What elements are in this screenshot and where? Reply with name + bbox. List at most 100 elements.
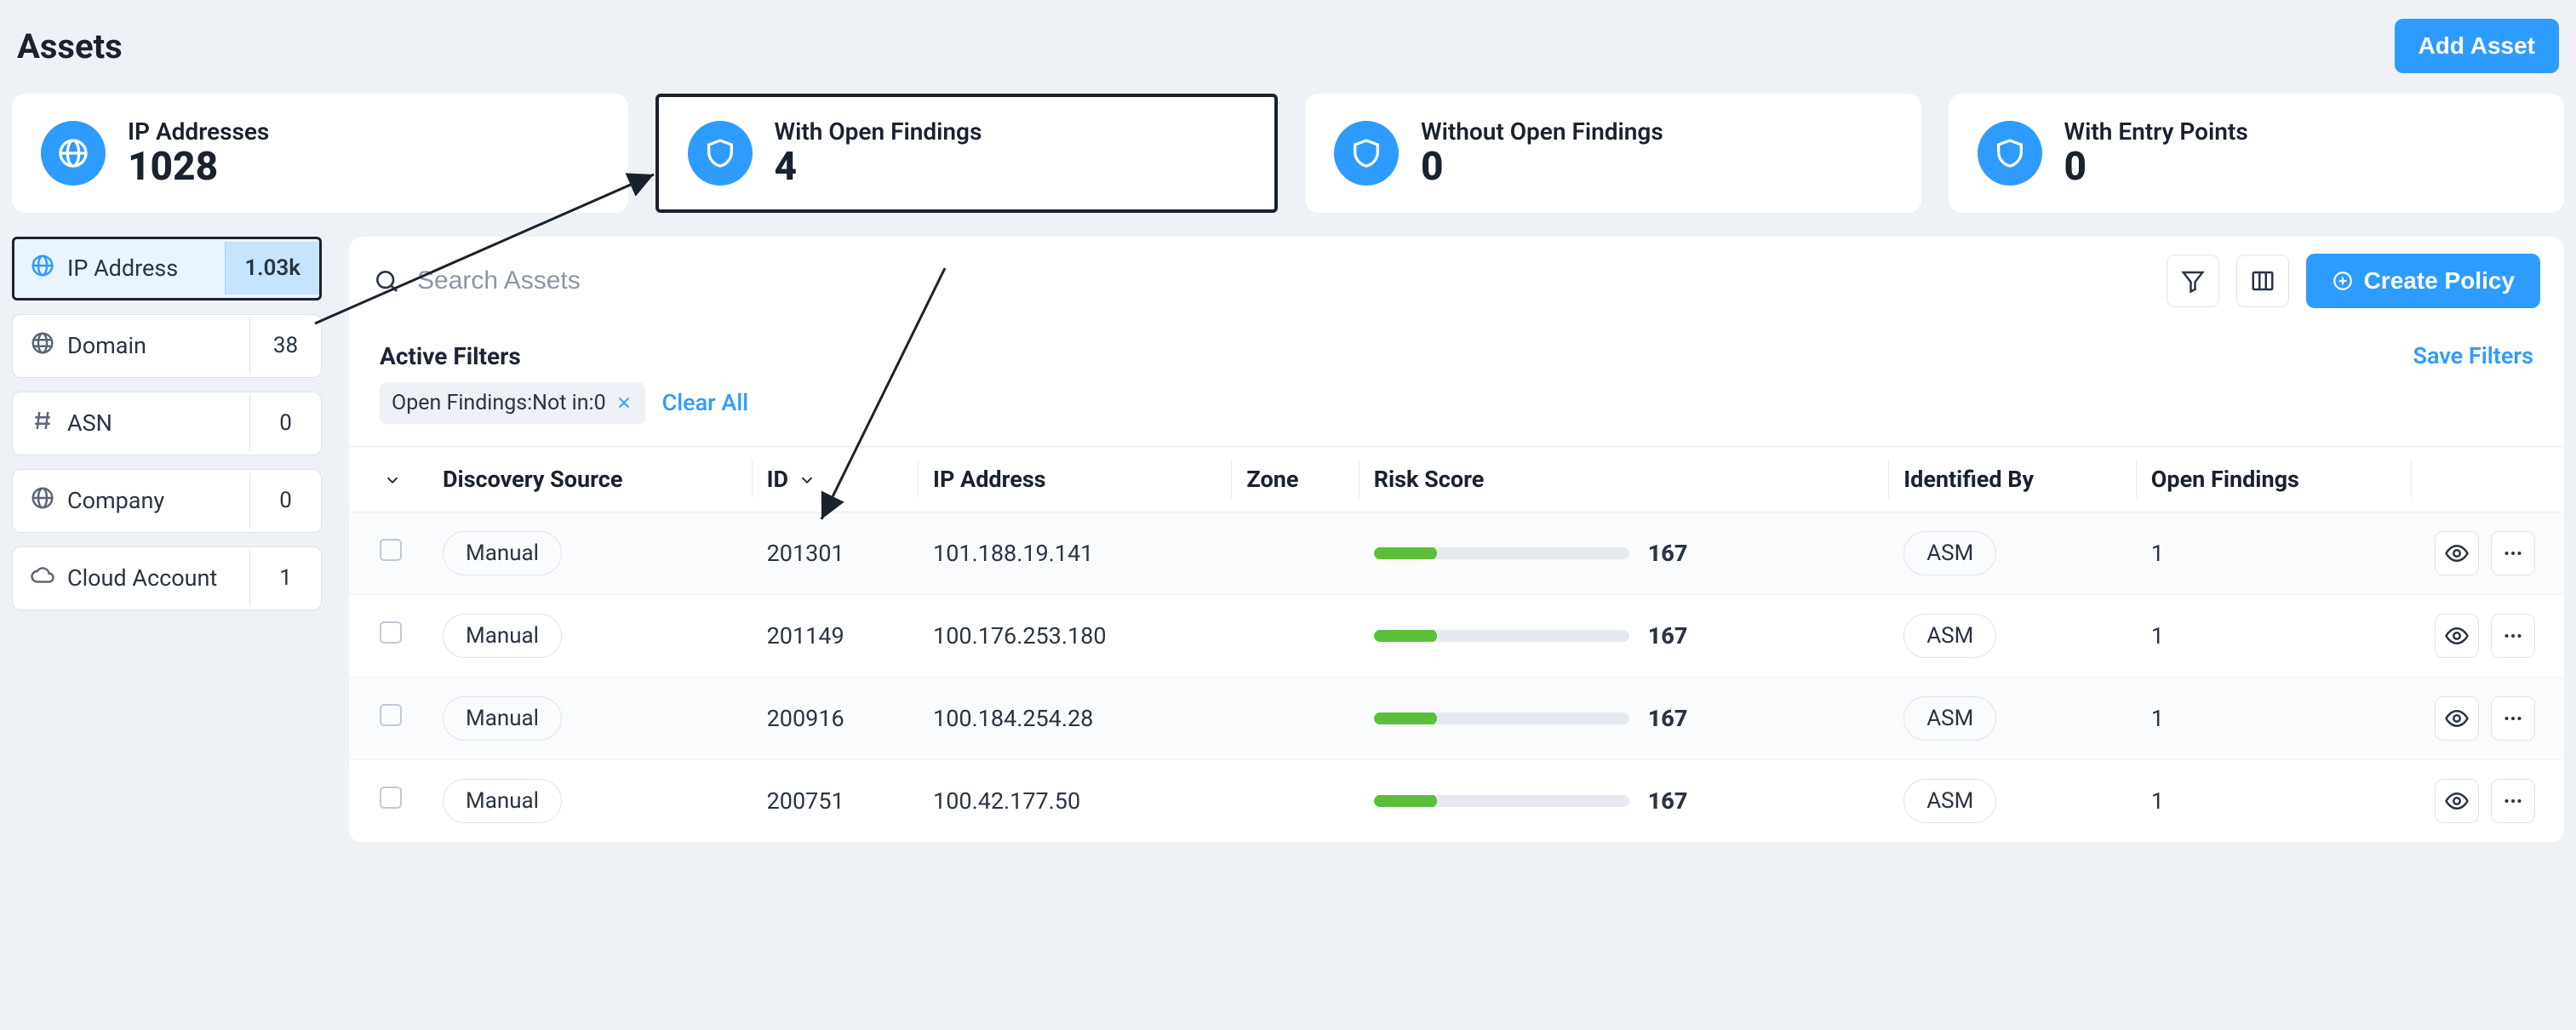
risk-bar [1374, 795, 1629, 807]
stat-label: With Entry Points [2064, 117, 2248, 146]
cell-zone [1231, 594, 1358, 677]
filter-button[interactable] [2167, 255, 2219, 307]
globe-icon [30, 253, 55, 284]
col-findings[interactable]: Open Findings [2136, 446, 2411, 512]
discovery-pill: Manual [443, 614, 562, 658]
plus-circle-icon [2332, 270, 2354, 292]
clear-all-link[interactable]: Clear All [662, 389, 748, 416]
hash-icon [30, 408, 55, 439]
cell-findings: 1 [2136, 512, 2411, 594]
expand-all-header[interactable] [349, 446, 427, 512]
cell-ip: 100.184.254.28 [918, 677, 1231, 759]
filter-chip[interactable]: Open Findings:Not in:0 [380, 382, 645, 424]
row-checkbox[interactable] [380, 787, 402, 809]
create-policy-label: Create Policy [2364, 267, 2515, 295]
create-policy-button[interactable]: Create Policy [2306, 254, 2540, 308]
col-zone[interactable]: Zone [1231, 446, 1358, 512]
stat-label: With Open Findings [775, 117, 982, 146]
search-input[interactable] [417, 266, 2150, 295]
risk-bar [1374, 547, 1629, 559]
sidebar-item-cloud-account[interactable]: Cloud Account 1 [12, 546, 322, 610]
table-row[interactable]: Manual 201301 101.188.19.141 167 ASM 1 [349, 512, 2564, 594]
identified-pill: ASM [1903, 614, 1996, 658]
more-button[interactable] [2491, 614, 2535, 658]
cell-ip: 101.188.19.141 [918, 512, 1231, 594]
columns-icon [2250, 268, 2275, 294]
col-ip[interactable]: IP Address [918, 446, 1231, 512]
discovery-pill: Manual [443, 779, 562, 823]
globe-icon [41, 121, 106, 186]
shield-icon [1978, 121, 2042, 186]
identified-pill: ASM [1903, 696, 1996, 741]
sidebar-item-count: 1 [249, 550, 321, 606]
stat-value: 0 [1421, 146, 1663, 189]
stat-label: Without Open Findings [1421, 117, 1663, 146]
col-id-label: ID [767, 466, 788, 493]
sidebar-item-count: 0 [249, 472, 321, 529]
more-button[interactable] [2491, 531, 2535, 575]
stat-card-0[interactable]: IP Addresses 1028 [12, 94, 628, 213]
col-identified[interactable]: Identified By [1888, 446, 2136, 512]
chevron-down-icon [383, 471, 402, 489]
sidebar-item-company[interactable]: Company 0 [12, 469, 322, 533]
cell-ip: 100.176.253.180 [918, 594, 1231, 677]
cloud-icon [30, 563, 55, 594]
shield-icon [1334, 121, 1399, 186]
sidebar-item-asn[interactable]: ASN 0 [12, 392, 322, 455]
more-button[interactable] [2491, 696, 2535, 741]
identified-pill: ASM [1903, 531, 1996, 575]
close-icon[interactable] [615, 393, 633, 412]
discovery-pill: Manual [443, 531, 562, 575]
filter-chip-label: Open Findings:Not in:0 [392, 391, 606, 415]
sidebar-item-label: ASN [67, 409, 112, 437]
risk-bar [1374, 630, 1629, 642]
cell-zone [1231, 759, 1358, 842]
risk-score: 167 [1648, 622, 1688, 649]
cell-zone [1231, 677, 1358, 759]
risk-score: 167 [1648, 787, 1688, 815]
search-icon [373, 267, 400, 295]
stat-card-1[interactable]: With Open Findings 4 [655, 94, 1279, 213]
sidebar-item-label: Cloud Account [67, 564, 217, 592]
sidebar-item-count: 1.03k [225, 242, 319, 295]
table-row[interactable]: Manual 200916 100.184.254.28 167 ASM 1 [349, 677, 2564, 759]
more-button[interactable] [2491, 779, 2535, 823]
col-discovery[interactable]: Discovery Source [427, 446, 752, 512]
stat-label: IP Addresses [128, 117, 269, 146]
view-button[interactable] [2435, 779, 2479, 823]
cell-findings: 1 [2136, 594, 2411, 677]
globe-grid-icon [30, 330, 55, 362]
row-checkbox[interactable] [380, 539, 402, 561]
filter-icon [2180, 268, 2206, 294]
sidebar-item-label: Company [67, 487, 164, 514]
save-filters-link[interactable]: Save Filters [2413, 342, 2533, 369]
risk-bar [1374, 712, 1629, 724]
sidebar-item-ip-address[interactable]: IP Address 1.03k [12, 237, 322, 300]
stat-card-2[interactable]: Without Open Findings 0 [1305, 94, 1921, 213]
view-button[interactable] [2435, 696, 2479, 741]
sidebar-item-count: 38 [249, 318, 321, 374]
table-row[interactable]: Manual 201149 100.176.253.180 167 ASM 1 [349, 594, 2564, 677]
row-checkbox[interactable] [380, 621, 402, 644]
view-button[interactable] [2435, 614, 2479, 658]
cell-id: 200751 [752, 759, 918, 842]
add-asset-button[interactable]: Add Asset [2395, 19, 2559, 73]
columns-button[interactable] [2236, 255, 2289, 307]
cell-id: 201301 [752, 512, 918, 594]
shield-icon [688, 121, 753, 186]
row-checkbox[interactable] [380, 704, 402, 726]
cell-ip: 100.42.177.50 [918, 759, 1231, 842]
col-risk[interactable]: Risk Score [1359, 446, 1889, 512]
table-row[interactable]: Manual 200751 100.42.177.50 167 ASM 1 [349, 759, 2564, 842]
col-id[interactable]: ID [752, 446, 918, 512]
cell-findings: 1 [2136, 677, 2411, 759]
stat-card-3[interactable]: With Entry Points 0 [1949, 94, 2565, 213]
sidebar-item-domain[interactable]: Domain 38 [12, 314, 322, 378]
cell-id: 200916 [752, 677, 918, 759]
globe-icon [30, 485, 55, 517]
view-button[interactable] [2435, 531, 2479, 575]
sidebar-item-label: IP Address [67, 255, 178, 282]
cell-findings: 1 [2136, 759, 2411, 842]
cell-id: 201149 [752, 594, 918, 677]
active-filters-heading: Active Filters [380, 342, 748, 370]
